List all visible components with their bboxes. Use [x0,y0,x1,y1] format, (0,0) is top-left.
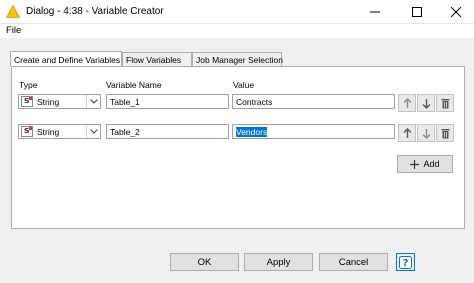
type-select-value: String [37,97,60,107]
close-button[interactable] [438,0,474,24]
add-button-label: Add [423,159,440,169]
arrow-up-icon [403,127,411,138]
selected-text: Vendors [236,127,268,137]
arrow-up-icon [403,97,411,108]
arrow-down-icon [422,128,430,139]
column-header-variable-name: Variable Name [106,80,162,90]
menu-file[interactable]: File [6,25,21,36]
menu-bar: File [0,24,474,38]
move-up-button-row-1[interactable] [398,94,416,112]
tab-job-manager-selection[interactable]: Job Manager Selection [192,52,283,66]
cancel-button[interactable]: Cancel [319,253,388,271]
svg-text:?: ? [403,258,409,269]
help-icon: ? [399,255,412,269]
type-select-value: String [37,127,60,137]
apply-button[interactable]: Apply [244,253,313,271]
move-down-button-row-2[interactable] [417,124,435,142]
warning-triangle-icon [6,5,20,18]
tab-flow-variables[interactable]: Flow Variables [122,52,192,66]
minimize-icon [370,11,380,13]
maximize-button[interactable] [399,0,435,24]
ok-button[interactable]: OK [170,253,239,271]
window-title: Dialog - 4:38 - Variable Creator [26,6,164,17]
column-header-value: Value [233,80,255,90]
string-type-icon [21,96,33,107]
chevron-down-icon [86,95,100,108]
minimize-button[interactable] [357,0,393,24]
delete-button-row-2[interactable] [436,124,454,142]
move-up-button-row-2[interactable] [398,124,416,142]
arrow-down-icon [422,98,430,109]
string-type-icon [21,126,33,137]
trash-icon [441,98,449,108]
maximize-icon [412,7,422,17]
tab-create-define-variables[interactable]: Create and Define Variables [10,51,122,66]
variables-panel [11,66,465,229]
chevron-down-icon [86,125,100,138]
add-variable-button[interactable]: Add [397,155,453,173]
delete-button-row-1[interactable] [436,94,454,112]
column-header-type: Type [19,80,38,90]
move-down-button-row-1[interactable] [417,94,435,112]
help-button[interactable]: ? [396,253,415,271]
type-select-row-1[interactable]: String [18,94,101,109]
close-icon [451,7,461,17]
variable-value-input-row-2[interactable]: Vendors [232,124,395,139]
plus-icon [410,159,420,169]
title-bar: Dialog - 4:38 - Variable Creator [0,0,474,24]
type-select-row-2[interactable]: String [18,124,101,139]
variable-name-input-row-1[interactable]: Table_1 [106,94,229,109]
variable-value-input-row-1[interactable]: Contracts [232,94,395,109]
trash-icon [441,128,449,138]
variable-name-input-row-2[interactable]: Table_2 [106,124,229,139]
